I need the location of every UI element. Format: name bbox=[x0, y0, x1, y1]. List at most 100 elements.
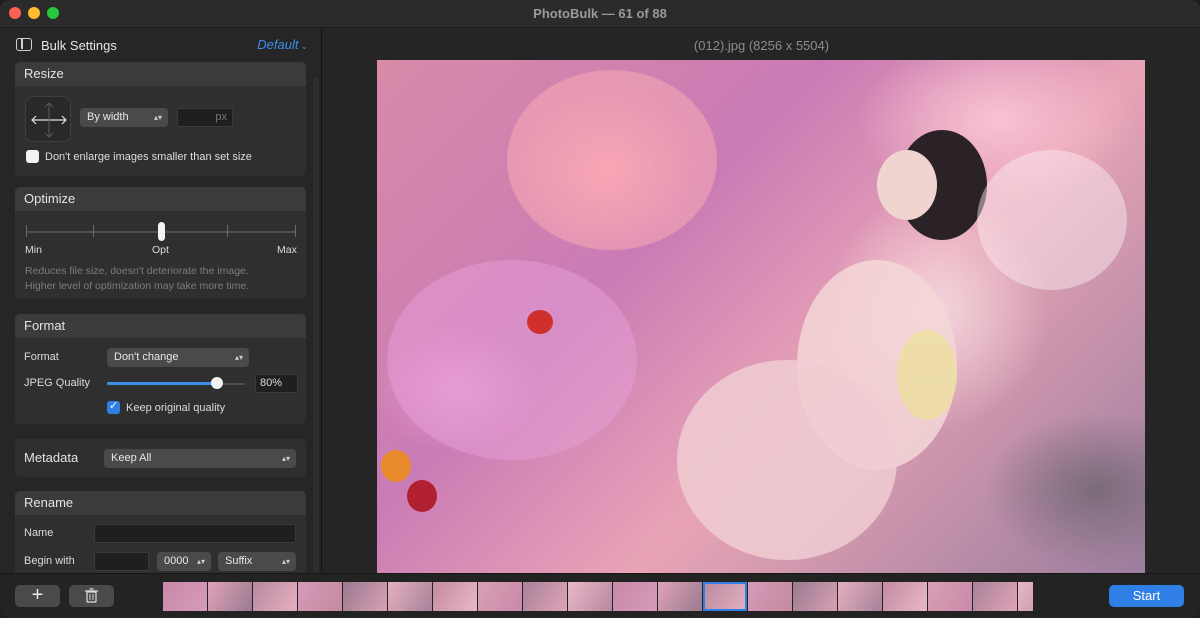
app-window: PhotoBulk — 61 of 88 Bulk Settings Defau… bbox=[0, 0, 1200, 618]
optimize-description-1: Reduces file size, doesn't deteriorate t… bbox=[25, 265, 249, 277]
optimize-tick bbox=[93, 225, 94, 237]
title-bar: PhotoBulk — 61 of 88 bbox=[0, 0, 1200, 28]
metadata-section: Metadata Keep All ▴▾ bbox=[15, 439, 306, 477]
optimize-tick bbox=[295, 225, 296, 237]
start-button[interactable]: Start bbox=[1109, 585, 1184, 607]
position-value: Suffix bbox=[225, 555, 253, 567]
optimize-description-2: Higher level of optimization may take mo… bbox=[25, 280, 250, 292]
updown-arrows-icon: ▴▾ bbox=[281, 454, 290, 463]
format-select[interactable]: Don't change ▴▾ bbox=[107, 348, 249, 367]
optimize-knob[interactable] bbox=[157, 222, 165, 241]
resize-mode-value: By width bbox=[87, 111, 129, 123]
thumbnail[interactable] bbox=[1018, 582, 1033, 611]
thumbnail[interactable] bbox=[253, 582, 297, 611]
resize-arrows-icon bbox=[25, 96, 71, 142]
thumbnail[interactable] bbox=[838, 582, 882, 611]
rename-section: Rename Name Begin with 0000 ▴▾ Suffix ▴▾ bbox=[15, 491, 306, 573]
begin-with-input[interactable] bbox=[94, 552, 149, 571]
format-heading: Format bbox=[15, 314, 306, 338]
settings-sidebar: Bulk Settings Default ⌄ Resize By width … bbox=[0, 28, 322, 573]
thumbnail[interactable] bbox=[433, 582, 477, 611]
bottom-toolbar: + Start bbox=[0, 573, 1200, 618]
thumbnail[interactable] bbox=[478, 582, 522, 611]
chevron-down-icon: ⌄ bbox=[300, 41, 308, 51]
window-title: PhotoBulk — 61 of 88 bbox=[533, 6, 667, 21]
thumbnail-filmstrip[interactable] bbox=[163, 582, 1033, 611]
preview-pane: (012).jpg (8256 x 5504) bbox=[323, 28, 1200, 573]
rename-name-input[interactable] bbox=[94, 524, 296, 543]
updown-arrows-icon: ▴▾ bbox=[196, 557, 205, 566]
rename-name-label: Name bbox=[24, 527, 54, 539]
thumbnail[interactable] bbox=[163, 582, 207, 611]
metadata-heading: Metadata bbox=[24, 450, 79, 465]
thumbnail[interactable] bbox=[388, 582, 432, 611]
format-section: Format Format Don't change ▴▾ JPEG Quali… bbox=[15, 314, 306, 424]
thumbnail[interactable] bbox=[883, 582, 927, 611]
metadata-value: Keep All bbox=[111, 452, 152, 464]
sidebar-scrollbar[interactable] bbox=[313, 78, 319, 573]
thumbnail[interactable] bbox=[793, 582, 837, 611]
add-images-button[interactable]: + bbox=[15, 585, 60, 607]
thumbnail[interactable] bbox=[928, 582, 972, 611]
updown-arrows-icon: ▴▾ bbox=[153, 113, 162, 122]
remove-image-button[interactable] bbox=[69, 585, 114, 607]
optimize-tick bbox=[26, 225, 27, 237]
quality-input[interactable]: 80% bbox=[255, 374, 298, 393]
thumbnail[interactable] bbox=[658, 582, 702, 611]
optimize-min-label: Min bbox=[25, 244, 42, 256]
thumbnail[interactable] bbox=[343, 582, 387, 611]
quality-fill bbox=[107, 382, 218, 385]
preset-dropdown[interactable]: Default ⌄ bbox=[257, 37, 308, 52]
thumbnail[interactable] bbox=[208, 582, 252, 611]
frame-shape bbox=[977, 150, 1127, 290]
optimize-slider[interactable]: Min Opt Max Reduces file size, doesn't d… bbox=[15, 211, 306, 299]
apple-shape bbox=[407, 480, 437, 512]
sidebar-toggle-icon[interactable] bbox=[16, 38, 32, 51]
thumbnail[interactable] bbox=[973, 582, 1017, 611]
no-enlarge-label: Don't enlarge images smaller than set si… bbox=[45, 151, 252, 163]
orange-shape bbox=[381, 450, 411, 482]
preset-label: Default bbox=[257, 37, 299, 52]
figure-shape bbox=[677, 360, 897, 560]
resize-mode-select[interactable]: By width ▴▾ bbox=[80, 108, 168, 127]
format-value: Don't change bbox=[114, 351, 179, 363]
trash-icon bbox=[85, 588, 98, 603]
counter-value: 0000 bbox=[164, 555, 189, 567]
updown-arrows-icon: ▴▾ bbox=[234, 353, 243, 362]
resize-section: Resize By width ▴▾ px Don't enlarge imag… bbox=[15, 62, 306, 176]
metadata-select[interactable]: Keep All ▴▾ bbox=[104, 449, 296, 468]
thumbnail[interactable] bbox=[613, 582, 657, 611]
sidebar-title: Bulk Settings bbox=[41, 38, 117, 53]
grapes-shape bbox=[897, 330, 957, 420]
image-filename: (012).jpg (8256 x 5504) bbox=[693, 38, 830, 53]
resize-unit-label: px bbox=[215, 111, 227, 123]
quality-knob[interactable] bbox=[211, 377, 224, 389]
position-select[interactable]: Suffix ▴▾ bbox=[218, 552, 296, 571]
thumbnail[interactable] bbox=[568, 582, 612, 611]
jpeg-quality-label: JPEG Quality bbox=[24, 377, 91, 389]
resize-size-input[interactable]: px bbox=[177, 108, 233, 127]
optimize-max-label: Max bbox=[277, 244, 297, 256]
thumbnail[interactable] bbox=[703, 582, 747, 611]
keep-quality-label: Keep original quality bbox=[126, 402, 226, 414]
thumbnail[interactable] bbox=[748, 582, 792, 611]
begin-with-label: Begin with bbox=[24, 555, 75, 567]
sidebar-header: Bulk Settings Default ⌄ bbox=[0, 28, 321, 60]
optimize-opt-label: Opt bbox=[152, 244, 169, 256]
optimize-heading: Optimize bbox=[15, 187, 306, 211]
face-shape bbox=[877, 150, 937, 220]
no-enlarge-checkbox[interactable] bbox=[26, 150, 39, 163]
thumbnail[interactable] bbox=[298, 582, 342, 611]
keep-quality-checkbox[interactable] bbox=[107, 399, 120, 414]
rename-heading: Rename bbox=[15, 491, 306, 515]
optimize-section: Optimize Min Opt Max Reduces file size, … bbox=[15, 187, 306, 299]
format-label: Format bbox=[24, 351, 59, 363]
flower-shape bbox=[507, 70, 717, 250]
resize-heading: Resize bbox=[15, 62, 306, 86]
photo-preview bbox=[377, 60, 1145, 573]
thumbnail[interactable] bbox=[523, 582, 567, 611]
updown-arrows-icon: ▴▾ bbox=[281, 557, 290, 566]
flower-shape bbox=[387, 260, 637, 460]
apple-shape bbox=[527, 310, 553, 334]
counter-select[interactable]: 0000 ▴▾ bbox=[157, 552, 211, 571]
